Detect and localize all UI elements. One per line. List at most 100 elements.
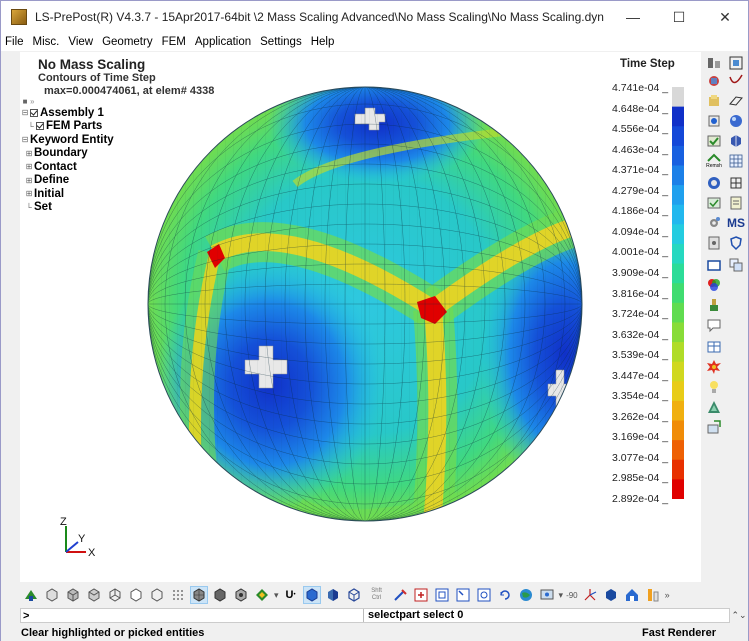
model-tree-icon[interactable] (727, 54, 745, 72)
ms-button[interactable]: MS (727, 214, 745, 232)
tree-expand-arrows-icon[interactable]: » (30, 97, 34, 106)
toolbar-overflow-icon[interactable]: » (665, 590, 670, 600)
zoom-box-icon[interactable] (433, 586, 451, 604)
command-input[interactable] (29, 609, 370, 622)
tree-collapse-handle[interactable]: ■» (20, 96, 114, 106)
tree-item-set[interactable]: └ Set (20, 201, 114, 215)
tree-item-keyword-entity[interactable]: ⊟ Keyword Entity (20, 133, 114, 147)
pick-tool-icon[interactable] (391, 586, 409, 604)
brush-icon[interactable] (705, 296, 723, 314)
color-wheel-icon[interactable] (705, 276, 723, 294)
wire-mesh-icon[interactable] (211, 586, 229, 604)
zoom-in-icon[interactable] (412, 586, 430, 604)
menu-settings[interactable]: Settings (260, 36, 302, 48)
mesh-tool-icon[interactable] (705, 112, 723, 130)
tree-checkbox[interactable] (36, 122, 44, 131)
remesh-button[interactable]: Remsh (705, 152, 723, 170)
export-icon[interactable] (705, 418, 723, 436)
document-icon[interactable] (727, 194, 745, 212)
shape-icon[interactable] (727, 112, 745, 130)
diamond-color-icon[interactable] (253, 586, 271, 604)
close-button[interactable]: ✕ (702, 1, 748, 33)
minimize-button[interactable]: — (610, 1, 656, 33)
part-manager-icon[interactable] (705, 54, 723, 72)
element-edit-icon[interactable] (705, 72, 723, 90)
model-title: No Mass Scaling (38, 57, 146, 72)
menu-file[interactable]: File (5, 36, 24, 48)
feature-lines-icon[interactable] (232, 586, 250, 604)
element-tool-icon[interactable] (727, 174, 745, 192)
settings-panel-icon[interactable] (705, 234, 723, 252)
screen-capture-icon[interactable] (538, 586, 556, 604)
fit-view-icon[interactable] (454, 586, 472, 604)
axis-rotate-icon[interactable] (581, 586, 599, 604)
view-bottom-icon[interactable] (127, 586, 145, 604)
dropdown-arrow-icon[interactable]: ▾ (274, 590, 279, 601)
shaded-mesh-icon[interactable] (190, 586, 208, 604)
tree-item-initial[interactable]: ⊞ Initial (20, 187, 114, 201)
shift-ctrl-button[interactable]: Shft Ctrl (366, 586, 388, 604)
node-edit-icon[interactable] (705, 194, 723, 212)
view-front-icon[interactable] (64, 586, 82, 604)
menu-application[interactable]: Application (195, 36, 251, 48)
tree-expander-icon[interactable]: ⊞ (24, 176, 34, 185)
tree-item-fem-parts[interactable]: └ FEM Parts (20, 120, 114, 134)
view-cube-icon[interactable] (43, 586, 61, 604)
tree-expander-icon[interactable]: ⊞ (24, 162, 34, 171)
copy-icon[interactable] (727, 256, 745, 274)
solid-view-icon[interactable] (302, 586, 321, 604)
rotate-angle-value[interactable]: -90 (566, 591, 578, 600)
tree-toggle-icon[interactable]: ■ (20, 97, 30, 106)
frame-view-icon[interactable] (345, 586, 363, 604)
block-mesher-icon[interactable] (727, 132, 745, 150)
menu-view[interactable]: View (68, 36, 93, 48)
capture-dropdown-icon[interactable]: ▾ (559, 590, 564, 601)
render-mode-icon[interactable] (22, 586, 40, 604)
sphere-tool-icon[interactable] (705, 174, 723, 192)
shield-icon[interactable] (727, 234, 745, 252)
tree-item-contact[interactable]: ⊞ Contact (20, 160, 114, 174)
light-bulb-icon[interactable] (705, 378, 723, 396)
view-top-icon[interactable] (106, 586, 124, 604)
solid-shade-icon[interactable] (602, 586, 620, 604)
globe-view-icon[interactable] (517, 586, 535, 604)
view-iso-icon[interactable] (148, 586, 166, 604)
graphics-viewport[interactable]: No Mass Scaling Contours of Time Step ma… (20, 52, 701, 582)
tree-item-define[interactable]: ⊞ Define (20, 174, 114, 188)
table-icon[interactable] (705, 338, 723, 356)
tree-expander-icon[interactable]: ⊟ (20, 135, 30, 144)
tree-item-assembly[interactable]: ⊟ Assembly 1 (20, 106, 114, 120)
window-frame-icon[interactable] (705, 256, 723, 274)
maximize-button[interactable]: ☐ (656, 1, 702, 33)
surface-icon[interactable] (727, 92, 745, 110)
tree-item-boundary[interactable]: ⊞ Boundary (20, 147, 114, 161)
pan-view-icon[interactable] (475, 586, 493, 604)
check-icon[interactable] (705, 132, 723, 150)
speech-bubble-icon[interactable] (705, 316, 723, 334)
menu-misc[interactable]: Misc. (33, 36, 60, 48)
tree-expander-icon[interactable]: ⊞ (24, 189, 34, 198)
menu-geometry[interactable]: Geometry (102, 36, 153, 48)
create-entity-icon[interactable] (705, 92, 723, 110)
home-icon[interactable] (623, 586, 641, 604)
tree-expander-icon[interactable]: └ (26, 122, 36, 131)
tree-expander-icon[interactable]: ⊞ (24, 149, 34, 158)
mesh-grid-icon[interactable] (727, 152, 745, 170)
half-view-icon[interactable] (324, 586, 342, 604)
rotate-view-icon[interactable] (496, 586, 514, 604)
contour-sphere-model[interactable] (145, 84, 585, 524)
curve-icon[interactable] (727, 72, 745, 90)
menu-fem[interactable]: FEM (162, 36, 186, 48)
triangle-stack-icon[interactable] (705, 398, 723, 416)
explosion-icon[interactable] (705, 358, 723, 376)
highlight-icon[interactable] (644, 586, 662, 604)
u-option-button[interactable]: U • (282, 586, 300, 604)
gear-icon[interactable] (705, 214, 723, 232)
command-history-spinner[interactable]: ⌃⌄ (730, 608, 748, 623)
tree-expander-icon[interactable]: ⊟ (20, 108, 30, 117)
tree-expander-icon[interactable]: └ (24, 203, 34, 212)
tree-checkbox[interactable] (30, 108, 38, 117)
point-cloud-icon[interactable] (169, 586, 187, 604)
menu-help[interactable]: Help (311, 36, 335, 48)
view-back-icon[interactable] (85, 586, 103, 604)
